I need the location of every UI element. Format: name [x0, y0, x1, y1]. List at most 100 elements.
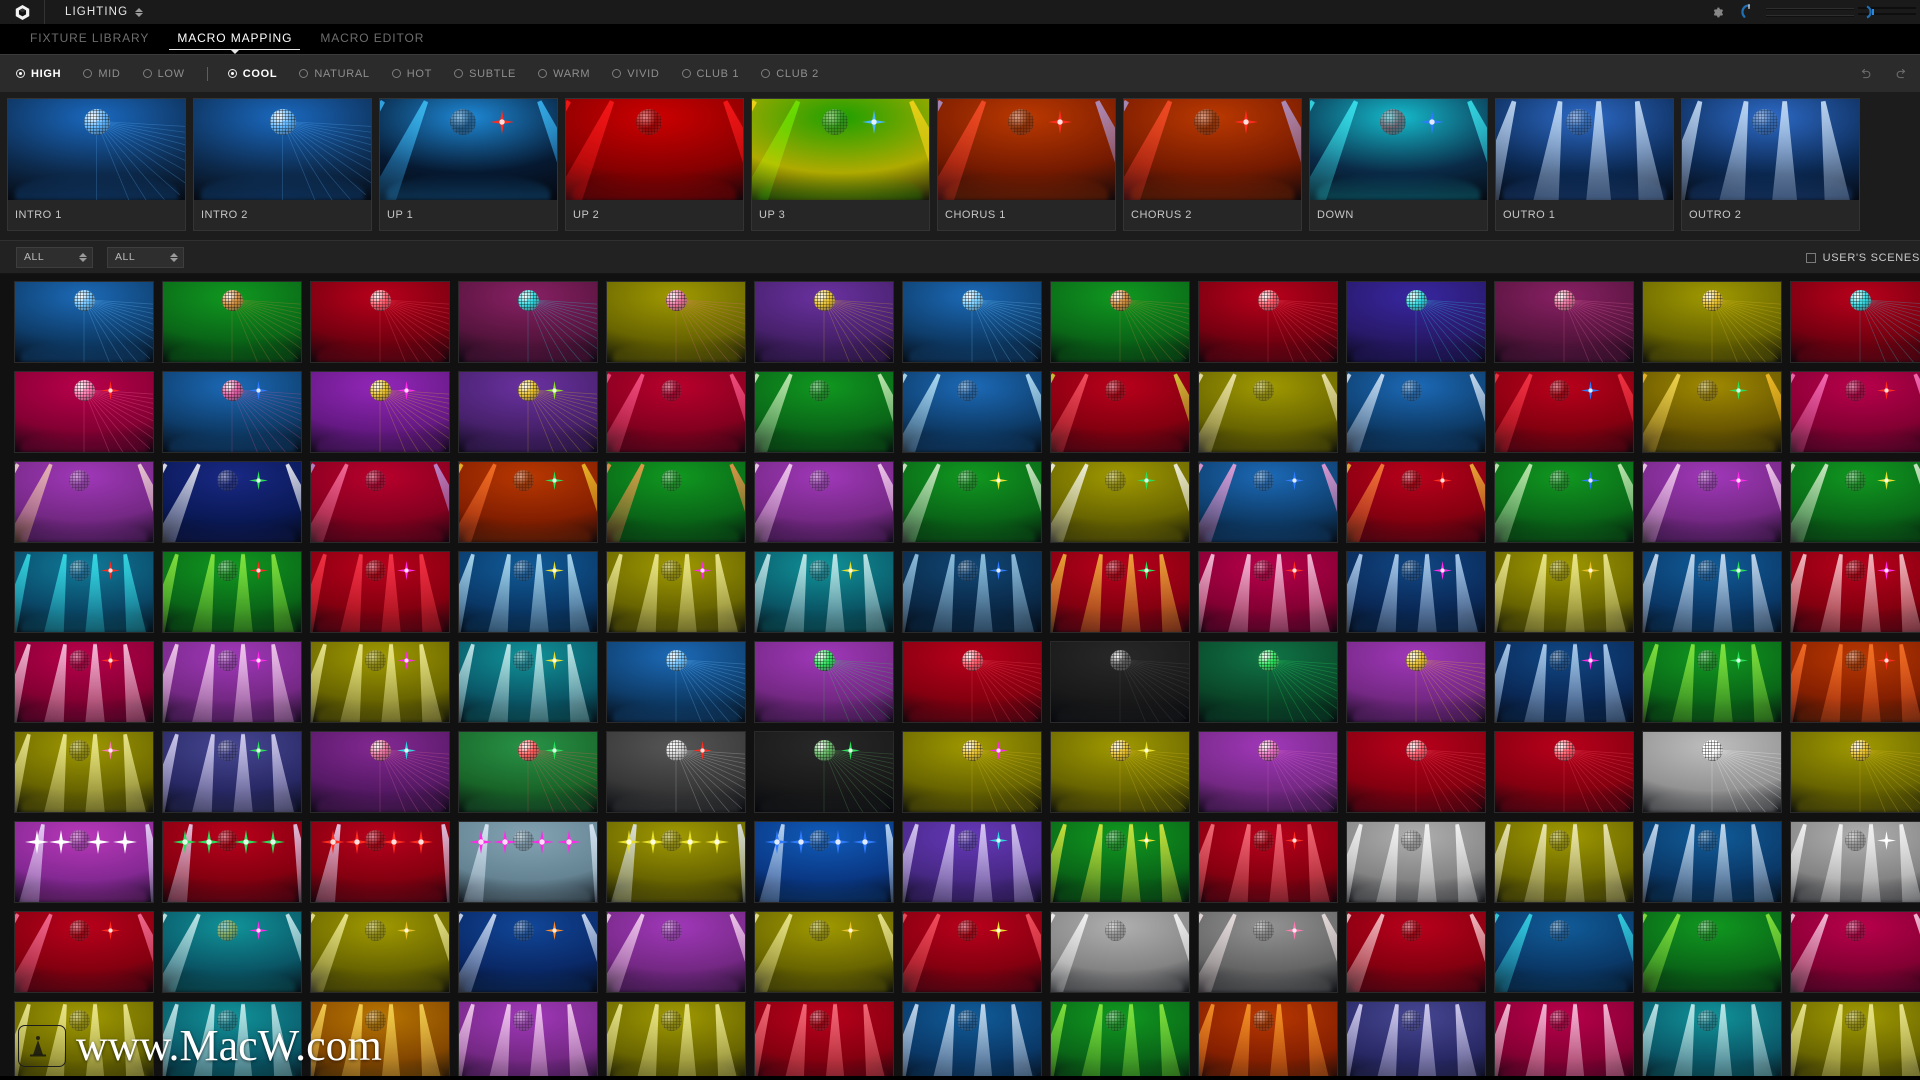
scene-thumbnail[interactable]	[1198, 821, 1338, 903]
scene-thumbnail[interactable]	[162, 731, 302, 813]
scene-thumbnail[interactable]	[1050, 551, 1190, 633]
scene-thumbnail[interactable]	[754, 911, 894, 993]
scene-thumbnail[interactable]	[754, 731, 894, 813]
scene-thumbnail[interactable]	[1198, 371, 1338, 453]
scene-thumbnail[interactable]	[310, 821, 450, 903]
scene-thumbnail[interactable]	[1494, 731, 1634, 813]
macro-slot-thumbnail[interactable]	[1496, 99, 1673, 200]
scene-thumbnail[interactable]	[754, 551, 894, 633]
radio-club-1[interactable]: CLUB 1	[681, 68, 740, 80]
scene-thumbnail[interactable]	[162, 911, 302, 993]
scene-thumbnail[interactable]	[1642, 911, 1782, 993]
scene-thumbnail[interactable]	[606, 911, 746, 993]
scene-thumbnail[interactable]	[1050, 641, 1190, 723]
scene-thumbnail[interactable]	[1198, 551, 1338, 633]
macro-slot[interactable]: UP 2	[565, 98, 744, 231]
macro-slot-thumbnail[interactable]	[752, 99, 929, 200]
slider-track-2[interactable]	[1766, 14, 1854, 17]
scene-thumbnail[interactable]	[1642, 1001, 1782, 1076]
macro-slot-thumbnail[interactable]	[194, 99, 371, 200]
macro-slot-thumbnail[interactable]	[1682, 99, 1859, 200]
scene-thumbnail[interactable]	[458, 641, 598, 723]
scene-thumbnail[interactable]	[14, 371, 154, 453]
radio-high[interactable]: HIGH	[16, 68, 61, 80]
scene-thumbnail[interactable]	[310, 371, 450, 453]
scene-thumbnail[interactable]	[902, 911, 1042, 993]
scene-thumbnail[interactable]	[1642, 821, 1782, 903]
scene-thumbnail[interactable]	[162, 821, 302, 903]
scene-thumbnail[interactable]	[902, 371, 1042, 453]
app-logo[interactable]	[0, 4, 44, 21]
scene-thumbnail[interactable]	[1790, 911, 1920, 993]
scene-thumbnail[interactable]	[458, 281, 598, 363]
scene-thumbnail[interactable]	[1494, 551, 1634, 633]
scene-thumbnail[interactable]	[1494, 281, 1634, 363]
scene-thumbnail[interactable]	[754, 281, 894, 363]
scene-thumbnail[interactable]	[1198, 1001, 1338, 1076]
level-meter[interactable]	[1858, 4, 1920, 20]
scene-thumbnail[interactable]	[458, 911, 598, 993]
scene-thumbnail[interactable]	[458, 551, 598, 633]
scene-thumbnail[interactable]	[14, 731, 154, 813]
scene-thumbnail[interactable]	[1642, 641, 1782, 723]
scene-thumbnail[interactable]	[310, 461, 450, 543]
scene-thumbnail[interactable]	[1790, 551, 1920, 633]
scene-thumbnail[interactable]	[1198, 911, 1338, 993]
scene-thumbnail[interactable]	[1494, 911, 1634, 993]
user-scenes-toggle[interactable]: USER'S SCENES	[1805, 241, 1920, 275]
scene-thumbnail[interactable]	[14, 911, 154, 993]
scene-thumbnail[interactable]	[458, 821, 598, 903]
macro-slot-thumbnail[interactable]	[566, 99, 743, 200]
scene-thumbnail[interactable]	[1050, 821, 1190, 903]
radio-mid[interactable]: MID	[83, 68, 120, 80]
mode-selector[interactable]: LIGHTING	[65, 6, 144, 18]
scene-thumbnail[interactable]	[458, 461, 598, 543]
scene-thumbnail[interactable]	[162, 281, 302, 363]
scene-thumbnail[interactable]	[1050, 371, 1190, 453]
scene-thumbnail[interactable]	[1494, 1001, 1634, 1076]
scene-thumbnail[interactable]	[1494, 641, 1634, 723]
macro-slot[interactable]: CHORUS 2	[1123, 98, 1302, 231]
scene-category-dropdown-2[interactable]: ALL	[107, 246, 184, 268]
scene-thumbnail[interactable]	[310, 551, 450, 633]
tab-fixture-library[interactable]: FIXTURE LIBRARY	[16, 31, 163, 54]
redo-button[interactable]	[1892, 65, 1910, 83]
scene-thumbnail[interactable]	[902, 551, 1042, 633]
master-knob[interactable]	[1732, 3, 1766, 21]
scene-thumbnail[interactable]	[902, 821, 1042, 903]
scene-thumbnail[interactable]	[162, 1001, 302, 1076]
scene-thumbnail[interactable]	[606, 821, 746, 903]
scene-thumbnail[interactable]	[458, 731, 598, 813]
scene-thumbnail[interactable]	[606, 371, 746, 453]
scene-thumbnail[interactable]	[1198, 731, 1338, 813]
macro-slot[interactable]: OUTRO 1	[1495, 98, 1674, 231]
scene-thumbnail[interactable]	[14, 1001, 154, 1076]
scene-thumbnail[interactable]	[1050, 1001, 1190, 1076]
scene-thumbnail[interactable]	[902, 641, 1042, 723]
scene-thumbnail[interactable]	[606, 1001, 746, 1076]
scene-thumbnail[interactable]	[606, 641, 746, 723]
scene-thumbnail[interactable]	[1642, 461, 1782, 543]
scene-thumbnail[interactable]	[162, 371, 302, 453]
scene-thumbnail[interactable]	[754, 821, 894, 903]
scene-thumbnail[interactable]	[1790, 1001, 1920, 1076]
radio-club-2[interactable]: CLUB 2	[761, 68, 819, 80]
scene-thumbnail[interactable]	[1346, 821, 1486, 903]
scene-thumbnail[interactable]	[1642, 551, 1782, 633]
scene-thumbnail[interactable]	[754, 371, 894, 453]
scene-thumbnail[interactable]	[14, 641, 154, 723]
scene-thumbnail[interactable]	[162, 551, 302, 633]
scene-thumbnail[interactable]	[902, 461, 1042, 543]
scene-thumbnail[interactable]	[902, 281, 1042, 363]
radio-cool[interactable]: COOL	[227, 68, 278, 80]
scene-thumbnail[interactable]	[754, 1001, 894, 1076]
scene-thumbnail[interactable]	[310, 911, 450, 993]
scene-thumbnail[interactable]	[754, 641, 894, 723]
macro-slot[interactable]: OUTRO 2	[1681, 98, 1860, 231]
macro-slot-thumbnail[interactable]	[938, 99, 1115, 200]
macro-slot[interactable]: INTRO 1	[7, 98, 186, 231]
scene-thumbnail[interactable]	[1198, 281, 1338, 363]
scene-thumbnail[interactable]	[310, 281, 450, 363]
scene-thumbnail[interactable]	[606, 281, 746, 363]
macro-slot-thumbnail[interactable]	[1124, 99, 1301, 200]
